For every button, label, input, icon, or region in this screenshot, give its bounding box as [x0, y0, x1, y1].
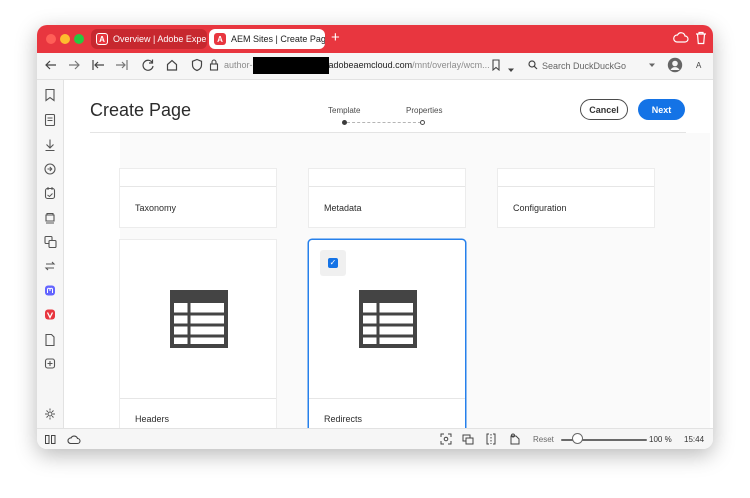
tab-label: Overview | Adobe Experie — [113, 34, 207, 44]
url-prefix: author- — [224, 60, 253, 70]
address-bar[interactable]: author-adobeaemcloud.com/mnt/overlay/wcm… — [224, 57, 490, 75]
select-checkbox[interactable]: ✓ — [320, 250, 346, 276]
add-panel-icon[interactable] — [44, 357, 56, 376]
step-label-template: Template — [328, 106, 361, 115]
bookmarks-panel-icon[interactable] — [44, 88, 56, 107]
table-icon — [359, 290, 417, 353]
clock: 15:44 — [684, 435, 705, 444]
browser-window: A Overview | Adobe Experie A AEM Sites |… — [37, 25, 713, 449]
document-icon[interactable] — [44, 333, 56, 352]
capture-icon[interactable] — [440, 433, 452, 447]
profile-avatar-icon[interactable] — [667, 57, 683, 78]
template-card-metadata[interactable]: Metadata — [309, 169, 465, 227]
tab-overview[interactable]: A Overview | Adobe Experie — [91, 29, 207, 49]
download-icon[interactable] — [44, 138, 56, 157]
navigation-bar: author-adobeaemcloud.com/mnt/overlay/wcm… — [37, 53, 713, 80]
reading-list-icon[interactable] — [44, 113, 56, 132]
page-title: Create Page — [90, 100, 192, 120]
notes-icon[interactable] — [44, 211, 56, 230]
vivaldi-icon[interactable] — [44, 308, 56, 327]
mastodon-icon[interactable] — [44, 284, 56, 303]
template-card-title: Configuration — [513, 203, 567, 213]
back-arrow-icon[interactable] — [44, 58, 58, 77]
trash-icon[interactable] — [695, 31, 707, 50]
zoom-level: 100 % — [649, 435, 672, 444]
history-icon[interactable] — [44, 162, 56, 181]
status-bar: Reset 100 % 15:44 — [37, 428, 713, 449]
bookmark-icon[interactable] — [491, 58, 501, 77]
tiling-icon[interactable] — [462, 433, 474, 447]
reader-mode-button[interactable]: A — [696, 61, 701, 70]
cancel-button[interactable]: Cancel — [580, 99, 628, 120]
checkmark-icon: ✓ — [328, 258, 338, 268]
url-host: adobeaemcloud.com — [328, 60, 413, 70]
panel-toggle-icon[interactable] — [45, 435, 56, 446]
url-path: /mnt/overlay/wcm... — [412, 60, 490, 70]
next-button[interactable]: Next — [638, 99, 685, 120]
page-actions-icon[interactable] — [485, 433, 497, 447]
template-card-redirects[interactable]: ✓ Redirects — [309, 240, 465, 428]
tab-create-page[interactable]: A AEM Sites | Create Page — [209, 29, 325, 49]
rewind-icon[interactable] — [91, 58, 105, 77]
reload-icon[interactable] — [141, 58, 155, 77]
calendar-icon[interactable] — [44, 186, 56, 205]
search-field[interactable]: Search DuckDuckGo — [522, 57, 660, 75]
zoom-reset-button[interactable]: Reset — [533, 435, 554, 444]
shield-icon[interactable] — [191, 58, 203, 77]
step-dot-properties — [420, 120, 425, 125]
zoom-window-button[interactable] — [74, 34, 84, 44]
settings-gear-icon[interactable] — [44, 407, 56, 426]
step-dot-template — [342, 120, 347, 125]
lock-icon — [209, 58, 219, 77]
title-bar: A Overview | Adobe Experie A AEM Sites |… — [37, 25, 713, 53]
adobe-logo-icon: A — [96, 33, 108, 45]
close-window-button[interactable] — [46, 34, 56, 44]
tab-label: AEM Sites | Create Page — [231, 34, 325, 44]
forward-arrow-icon[interactable] — [67, 58, 81, 77]
sync-icon[interactable] — [44, 259, 56, 278]
search-icon — [528, 60, 538, 72]
table-icon — [170, 290, 228, 353]
zoom-slider-handle[interactable] — [572, 433, 583, 444]
cloud-icon[interactable] — [673, 31, 689, 50]
template-card-title: Taxonomy — [135, 203, 177, 213]
step-label-properties: Properties — [406, 106, 443, 115]
chevron-down-icon[interactable] — [648, 61, 656, 71]
fast-forward-icon[interactable] — [115, 58, 129, 77]
page-content: Create Page Template Properties Cancel N… — [64, 80, 713, 428]
step-connector — [347, 122, 421, 123]
browser-sidebar — [37, 80, 64, 428]
template-card-headers[interactable]: Headers — [120, 240, 276, 428]
template-card-taxonomy[interactable]: Taxonomy — [120, 169, 276, 227]
new-tab-button[interactable]: + — [331, 30, 340, 46]
template-card-title: Redirects — [324, 414, 363, 424]
home-icon[interactable] — [165, 58, 179, 77]
chevron-down-icon[interactable] — [507, 61, 515, 79]
image-toggle-icon[interactable] — [509, 433, 521, 447]
search-placeholder: Search DuckDuckGo — [542, 61, 627, 71]
translate-icon[interactable] — [44, 235, 57, 254]
adobe-logo-icon: A — [214, 33, 226, 45]
redacted-region — [252, 57, 329, 75]
cloud-sync-icon[interactable] — [67, 434, 81, 447]
minimize-window-button[interactable] — [60, 34, 70, 44]
template-card-title: Metadata — [324, 203, 362, 213]
template-card-title: Headers — [135, 414, 170, 424]
template-card-configuration[interactable]: Configuration — [498, 169, 654, 227]
